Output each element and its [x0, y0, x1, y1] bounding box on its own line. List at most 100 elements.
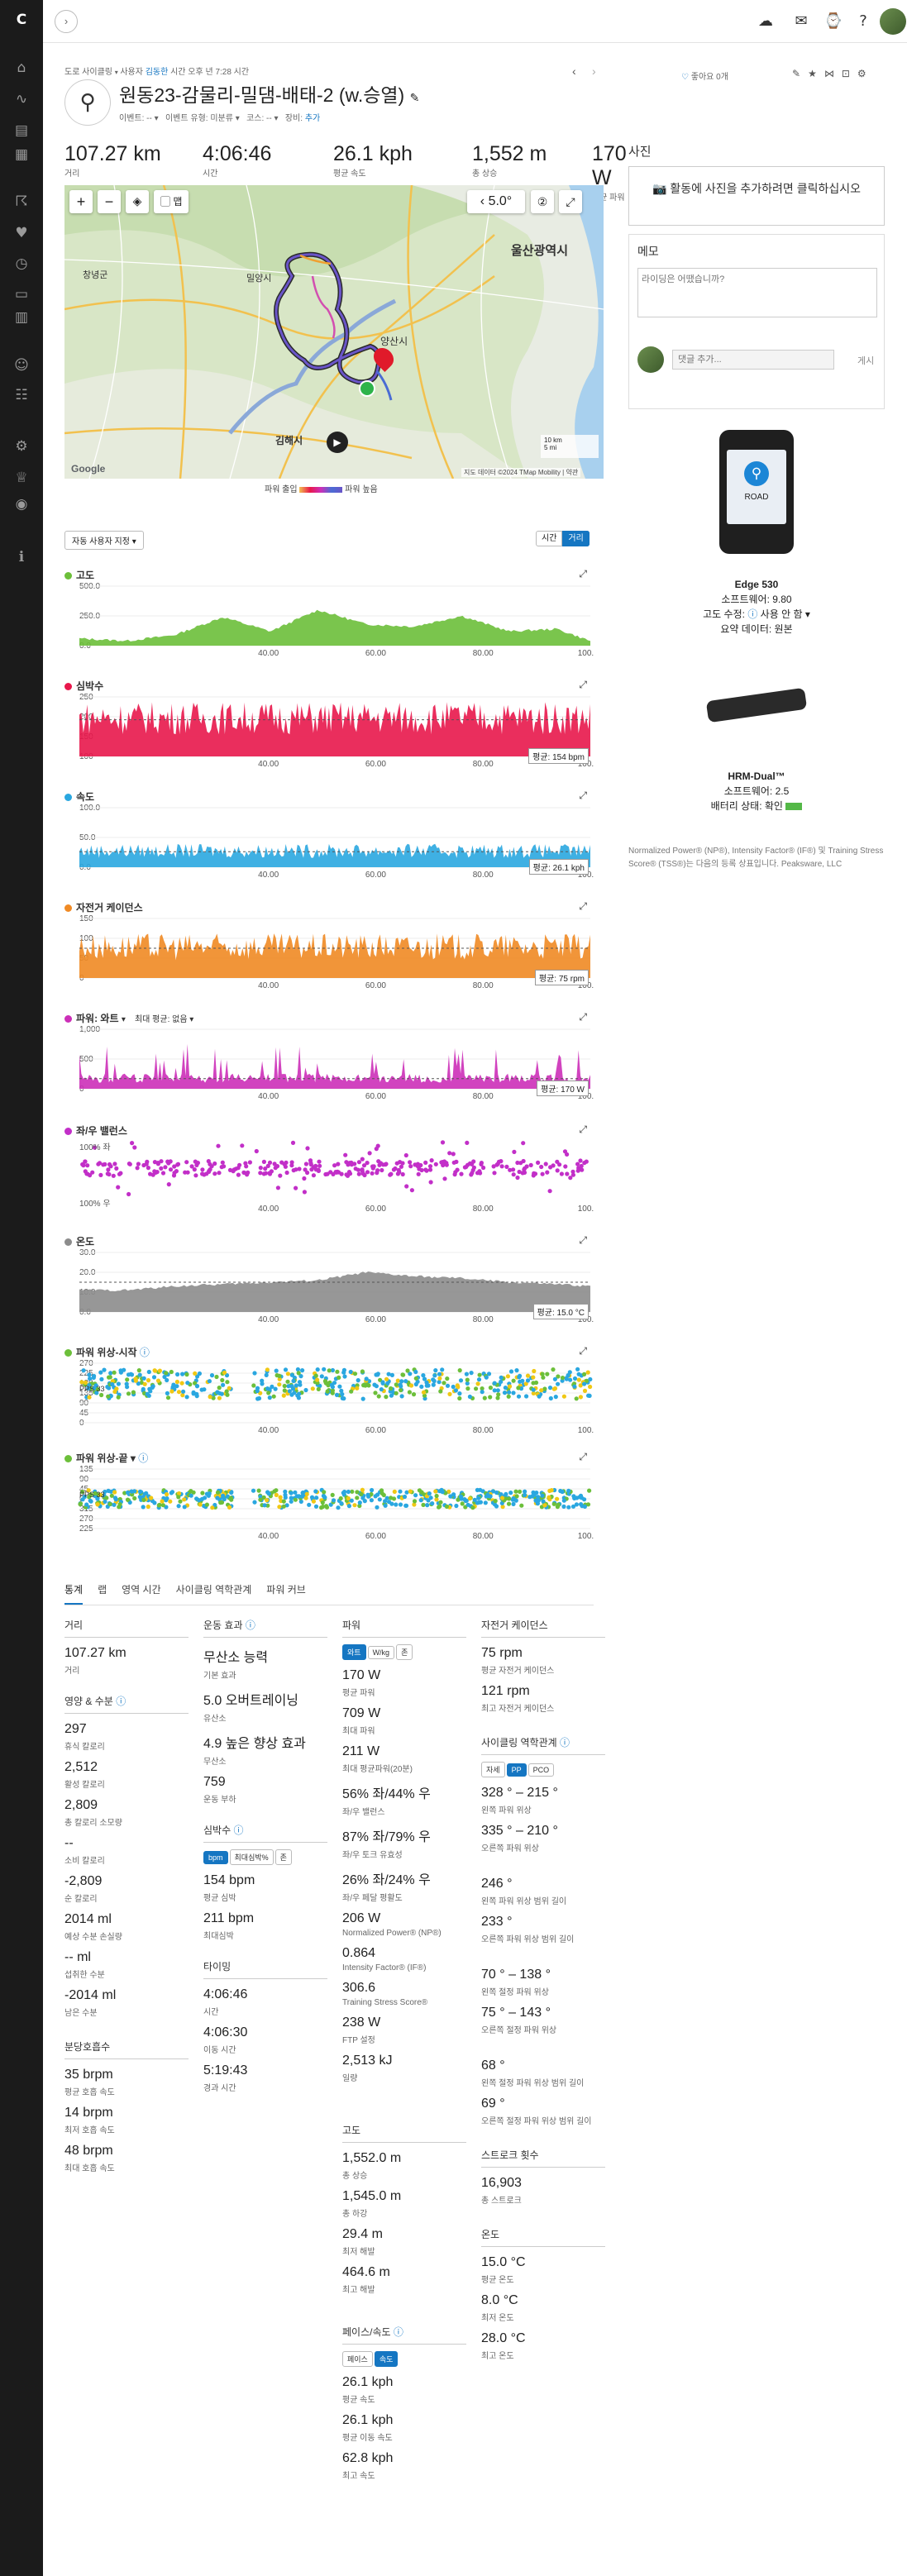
settings-gear-icon[interactable]: ⚙: [12, 436, 31, 456]
info-icon[interactable]: ⓘ: [394, 2326, 403, 2338]
zoom-select-dropdown[interactable]: 자동 사용자 지정 ▾: [64, 531, 144, 550]
chart-svg[interactable]: 1359045031527022540.0060.0080.00100.00: [64, 1464, 594, 1547]
devices-icon[interactable]: ▭: [12, 284, 31, 304]
section-toggle-button[interactable]: W/kg: [367, 1646, 395, 1659]
tab-0[interactable]: 통계: [64, 1582, 84, 1605]
user-avatar[interactable]: [880, 8, 906, 35]
prev-activity-arrow[interactable]: ‹: [572, 64, 576, 78]
info-icon[interactable]: ⓘ: [560, 1737, 570, 1748]
reports-icon[interactable]: ▤: [12, 121, 31, 141]
chart-expand-icon[interactable]: ⤢: [579, 900, 587, 913]
watch-icon[interactable]: ⌚: [823, 12, 843, 31]
chart-expand-icon[interactable]: ⤢: [579, 679, 587, 691]
event-dropdown[interactable]: --: [146, 114, 152, 123]
map-layers-icon[interactable]: ◈: [126, 190, 149, 213]
expand-sidebar-button[interactable]: ›: [55, 10, 78, 33]
stopwatch-icon[interactable]: ◷: [12, 254, 31, 274]
section-toggle-button[interactable]: 존: [396, 1644, 413, 1660]
chart-title-text[interactable]: 속도: [76, 791, 94, 803]
info-icon[interactable]: ⓘ: [140, 1347, 150, 1358]
garmin-connect-logo-icon[interactable]: C: [12, 10, 31, 30]
run-icon[interactable]: ☈: [12, 192, 31, 212]
tab-4[interactable]: 파워 커브: [266, 1582, 306, 1603]
toggle-distance-button[interactable]: 거리: [562, 531, 590, 546]
tab-1[interactable]: 랩: [98, 1582, 107, 1603]
chart-svg[interactable]: 40.00 60.00 80.00 100.00: [64, 1137, 594, 1219]
chart-expand-icon[interactable]: ⤢: [579, 1011, 587, 1023]
privacy-lock-icon[interactable]: ⊡: [842, 68, 857, 79]
chart-title-text[interactable]: 좌/우 밸런스: [76, 1125, 127, 1137]
heart-icon[interactable]: ♥: [12, 223, 31, 243]
map-zoom-in-button[interactable]: +: [69, 190, 93, 213]
chart-expand-icon[interactable]: ⤢: [579, 1123, 587, 1136]
next-activity-arrow[interactable]: ›: [592, 64, 596, 78]
chart-title-text[interactable]: 온도: [76, 1236, 94, 1247]
chart-title-text[interactable]: 고도: [76, 570, 94, 581]
chart-title-text[interactable]: 자전거 케이던스: [76, 902, 143, 914]
toggle-time-button[interactable]: 시간: [536, 531, 563, 546]
edit-pencil-icon[interactable]: ✎: [410, 92, 420, 105]
badge-icon[interactable]: ◉: [12, 494, 31, 514]
elev-correction-dropdown[interactable]: 사용 안 함: [761, 608, 803, 620]
chart-svg[interactable]: 2702251801359045040.0060.0080.00100.00: [64, 1358, 594, 1441]
section-toggle-button[interactable]: bpm: [203, 1851, 228, 1864]
event-type-dropdown[interactable]: 미분류: [210, 114, 233, 123]
info-icon[interactable]: ℹ: [12, 547, 31, 567]
edit-icon[interactable]: ✎: [792, 68, 808, 79]
section-toggle-button[interactable]: 속도: [374, 2351, 399, 2367]
section-toggle-button[interactable]: 자세: [481, 1762, 505, 1777]
chart-svg[interactable]: 100.050.00.040.0060.0080.00100.00: [64, 803, 594, 885]
inbox-icon[interactable]: ✉: [791, 12, 811, 31]
map-fullscreen-icon[interactable]: ⤢: [559, 190, 582, 213]
home-icon[interactable]: ⌂: [12, 58, 31, 78]
share-icon[interactable]: ⋈: [824, 68, 842, 79]
settings-icon[interactable]: ⚙: [857, 68, 874, 79]
map-play-icon[interactable]: ②: [531, 190, 554, 213]
chart-title-text[interactable]: 파워 위상-끝: [76, 1453, 128, 1464]
chart-svg[interactable]: 30.020.010.00.040.0060.0080.00100.00: [64, 1247, 594, 1330]
info-icon[interactable]: ⓘ: [138, 1453, 148, 1464]
help-icon[interactable]: ?: [853, 12, 873, 31]
map-terms-link[interactable]: 약관: [566, 469, 578, 476]
section-toggle-button[interactable]: 최대심박%: [229, 1849, 274, 1865]
section-toggle-button[interactable]: 와트: [342, 1644, 366, 1660]
info-icon[interactable]: ⓘ: [233, 1825, 243, 1836]
activity-title[interactable]: 원동23-감물리-밀댐-배태-2 (w.승열) ✎: [119, 79, 419, 107]
comment-post-button[interactable]: 게시: [857, 354, 874, 367]
connections-icon[interactable]: ☺: [12, 355, 31, 375]
chart-title-text[interactable]: 파워 위상-시작: [76, 1347, 137, 1358]
section-toggle-button[interactable]: 페이스: [342, 2351, 373, 2367]
activity-wave-icon[interactable]: ∿: [12, 89, 31, 109]
chart-expand-icon[interactable]: ⤢: [579, 789, 587, 802]
chart-expand-icon[interactable]: ⤢: [579, 568, 587, 580]
chart-svg[interactable]: 25020015010040.0060.0080.00100.00: [64, 692, 594, 775]
groups-icon[interactable]: ☷: [12, 385, 31, 405]
gear-add-link[interactable]: 추가: [305, 114, 320, 123]
notes-textarea[interactable]: [637, 268, 877, 317]
stats-chart-icon[interactable]: ▥: [12, 308, 31, 327]
route-map[interactable]: + − ◈ ▢ 맵 ‹ 5.0° ② ⤢ 울산광역시 김해시 양산시 밀양시 창…: [64, 185, 604, 479]
favorite-star-icon[interactable]: ★: [808, 68, 824, 79]
section-toggle-button[interactable]: 존: [274, 1849, 292, 1865]
map-zoom-out-button[interactable]: −: [98, 190, 121, 213]
chart-title-text[interactable]: 파워: 와트: [76, 1013, 119, 1024]
info-icon[interactable]: ⓘ: [246, 1620, 255, 1631]
like-button[interactable]: ♡ 좋아요 0개: [681, 69, 728, 82]
section-toggle-button[interactable]: PCO: [527, 1763, 555, 1777]
map-weather-widget[interactable]: ‹ 5.0°: [467, 190, 525, 213]
chart-expand-icon[interactable]: ⤢: [579, 1234, 587, 1247]
comment-input[interactable]: [672, 350, 834, 370]
breadcrumb-user-link[interactable]: 김동한: [146, 68, 169, 77]
chart-expand-icon[interactable]: ⤢: [579, 1451, 587, 1463]
info-icon[interactable]: ⓘ: [116, 1696, 126, 1707]
breadcrumb-category[interactable]: 도로 사이클링: [64, 68, 112, 77]
photo-upload-area[interactable]: 📷 활동에 사진을 추가하려면 클릭하십시오: [628, 166, 885, 226]
chart-svg[interactable]: 15010050040.0060.0080.00100.00: [64, 914, 594, 996]
route-start-marker-icon[interactable]: [359, 380, 375, 397]
chart-expand-icon[interactable]: ⤢: [579, 1345, 587, 1357]
chart-svg[interactable]: 500.0250.00.040.0060.0080.00100.00: [64, 581, 594, 664]
calendar-icon[interactable]: ▦: [12, 145, 31, 165]
activity-title-text[interactable]: 원동23-감물리-밀댐-배태-2 (w.승열): [119, 84, 404, 106]
tab-2[interactable]: 영역 시간: [122, 1582, 161, 1603]
chart-svg[interactable]: 1,000500040.0060.0080.00100.00: [64, 1024, 594, 1107]
